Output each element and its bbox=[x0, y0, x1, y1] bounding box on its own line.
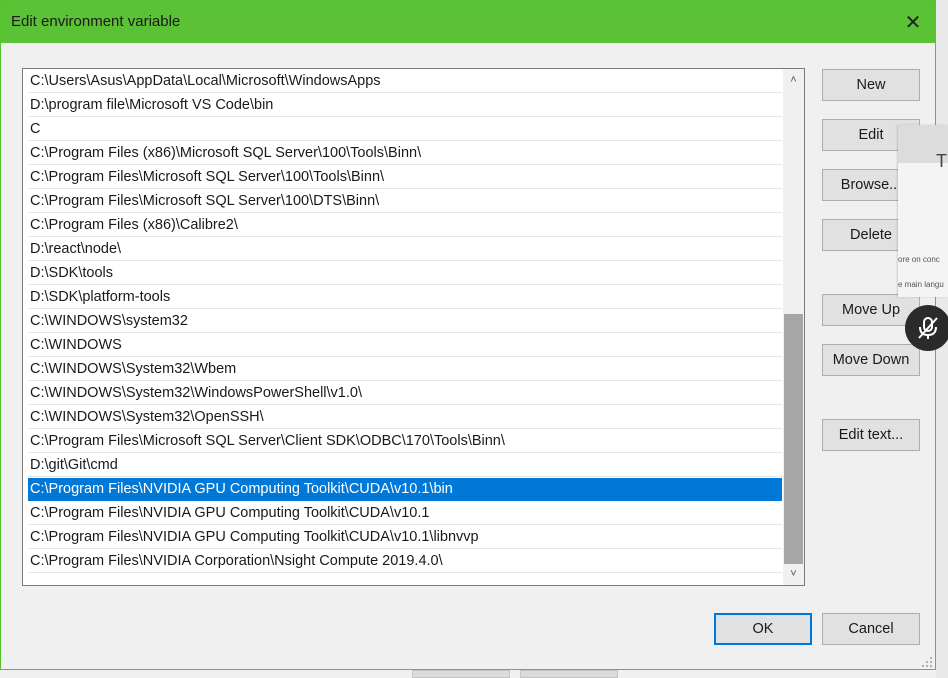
path-list[interactable]: C:\Users\Asus\AppData\Local\Microsoft\Wi… bbox=[22, 68, 805, 586]
path-row[interactable]: C:\WINDOWS\System32\OpenSSH\ bbox=[28, 406, 782, 429]
path-row[interactable]: C:\Program Files\Microsoft SQL Server\10… bbox=[28, 190, 782, 213]
path-row[interactable]: C bbox=[28, 118, 782, 141]
window-title: Edit environment variable bbox=[11, 13, 181, 30]
mic-muted-button[interactable] bbox=[905, 305, 948, 351]
path-row[interactable]: C:\Users\Asus\AppData\Local\Microsoft\Wi… bbox=[28, 70, 782, 93]
cancel-button[interactable]: Cancel bbox=[822, 613, 920, 645]
floating-popup: T ore on conc e main langu bbox=[898, 125, 948, 297]
path-row[interactable]: C:\WINDOWS bbox=[28, 334, 782, 357]
ok-button[interactable]: OK bbox=[714, 613, 812, 645]
close-button[interactable]: ✕ bbox=[891, 1, 935, 43]
popup-text: ore on conc bbox=[898, 255, 940, 264]
path-row[interactable]: D:\SDK\tools bbox=[28, 262, 782, 285]
new-button[interactable]: New bbox=[822, 69, 920, 101]
path-row[interactable]: C:\Program Files\NVIDIA GPU Computing To… bbox=[28, 502, 782, 525]
title-bar: Edit environment variable ✕ bbox=[1, 1, 935, 43]
edit-text-button[interactable]: Edit text... bbox=[822, 419, 920, 451]
path-row[interactable]: D:\react\node\ bbox=[28, 238, 782, 261]
path-row[interactable]: C:\Program Files\Microsoft SQL Server\10… bbox=[28, 166, 782, 189]
popup-text: e main langu bbox=[898, 280, 944, 289]
path-row[interactable]: C:\Program Files\NVIDIA Corporation\Nsig… bbox=[28, 550, 782, 573]
path-row[interactable]: C:\WINDOWS\System32\Wbem bbox=[28, 358, 782, 381]
chevron-up-icon: ˄ bbox=[790, 74, 797, 86]
scroll-up-button[interactable]: ˄ bbox=[783, 69, 804, 91]
path-row[interactable]: C:\Program Files\NVIDIA GPU Computing To… bbox=[28, 478, 782, 501]
path-row[interactable]: C:\WINDOWS\system32 bbox=[28, 310, 782, 333]
mic-muted-icon bbox=[918, 317, 938, 339]
scroll-down-button[interactable]: ˅ bbox=[783, 563, 804, 585]
path-row[interactable]: C:\WINDOWS\System32\WindowsPowerShell\v1… bbox=[28, 382, 782, 405]
path-row[interactable]: D:\program file\Microsoft VS Code\bin bbox=[28, 94, 782, 117]
path-row[interactable]: C:\Program Files\Microsoft SQL Server\Cl… bbox=[28, 430, 782, 453]
path-row[interactable]: C:\Program Files (x86)\Calibre2\ bbox=[28, 214, 782, 237]
resize-grip-icon[interactable] bbox=[919, 654, 933, 668]
path-row[interactable]: C:\Program Files\NVIDIA GPU Computing To… bbox=[28, 526, 782, 549]
edit-env-var-dialog: Edit environment variable ✕ C:\Users\Asu… bbox=[0, 0, 936, 670]
path-row[interactable]: C:\Program Files (x86)\Microsoft SQL Ser… bbox=[28, 142, 782, 165]
path-row[interactable]: D:\git\Git\cmd bbox=[28, 454, 782, 477]
chevron-down-icon: ˅ bbox=[790, 568, 797, 580]
background-button-hint bbox=[520, 670, 618, 678]
background-button-hint bbox=[412, 670, 510, 678]
close-icon: ✕ bbox=[904, 11, 922, 34]
scroll-thumb[interactable] bbox=[784, 314, 803, 564]
popup-letter: T bbox=[936, 151, 947, 171]
move-down-button[interactable]: Move Down bbox=[822, 344, 920, 376]
path-row[interactable]: D:\SDK\platform-tools bbox=[28, 286, 782, 309]
vertical-scrollbar[interactable]: ˄ ˅ bbox=[783, 69, 804, 585]
